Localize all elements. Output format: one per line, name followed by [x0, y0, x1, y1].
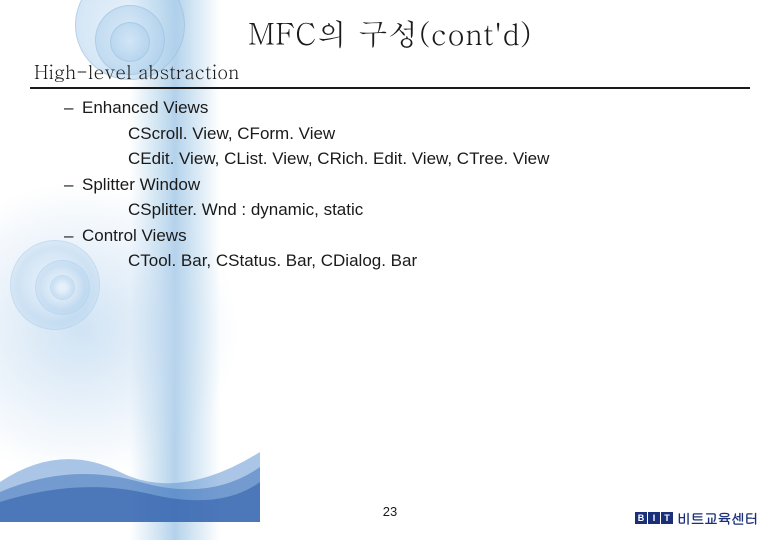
list-subitem: CEdit. View, CList. View, CRich. Edit. V…: [128, 146, 750, 172]
slide-content: MFC의 구성(cont'd) High-level abstraction –…: [0, 0, 780, 274]
section-heading: High-level abstraction: [34, 58, 750, 85]
list-subitem: CSplitter. Wnd : dynamic, static: [128, 197, 750, 223]
logo-letter: I: [648, 512, 660, 524]
brand: B I T 비트교육센터: [635, 508, 758, 528]
divider: [30, 87, 750, 89]
logo-letter: T: [661, 512, 673, 524]
logo-letter: B: [635, 512, 647, 524]
item-label: Control Views: [82, 226, 187, 245]
item-label: Splitter Window: [82, 175, 200, 194]
brand-logo: B I T: [635, 512, 673, 524]
item-label: Enhanced Views: [82, 98, 208, 117]
list-item: –Control Views: [82, 223, 750, 249]
list-item: –Enhanced Views: [82, 95, 750, 121]
page-number: 23: [383, 504, 397, 519]
list-subitem: CScroll. View, CForm. View: [128, 121, 750, 147]
slide-footer: 23 B I T 비트교육센터: [0, 504, 780, 528]
list-item: –Splitter Window: [82, 172, 750, 198]
list-subitem: CTool. Bar, CStatus. Bar, CDialog. Bar: [128, 248, 750, 274]
brand-text: 비트교육센터: [677, 508, 758, 528]
slide-title: MFC의 구성(cont'd): [30, 12, 750, 54]
